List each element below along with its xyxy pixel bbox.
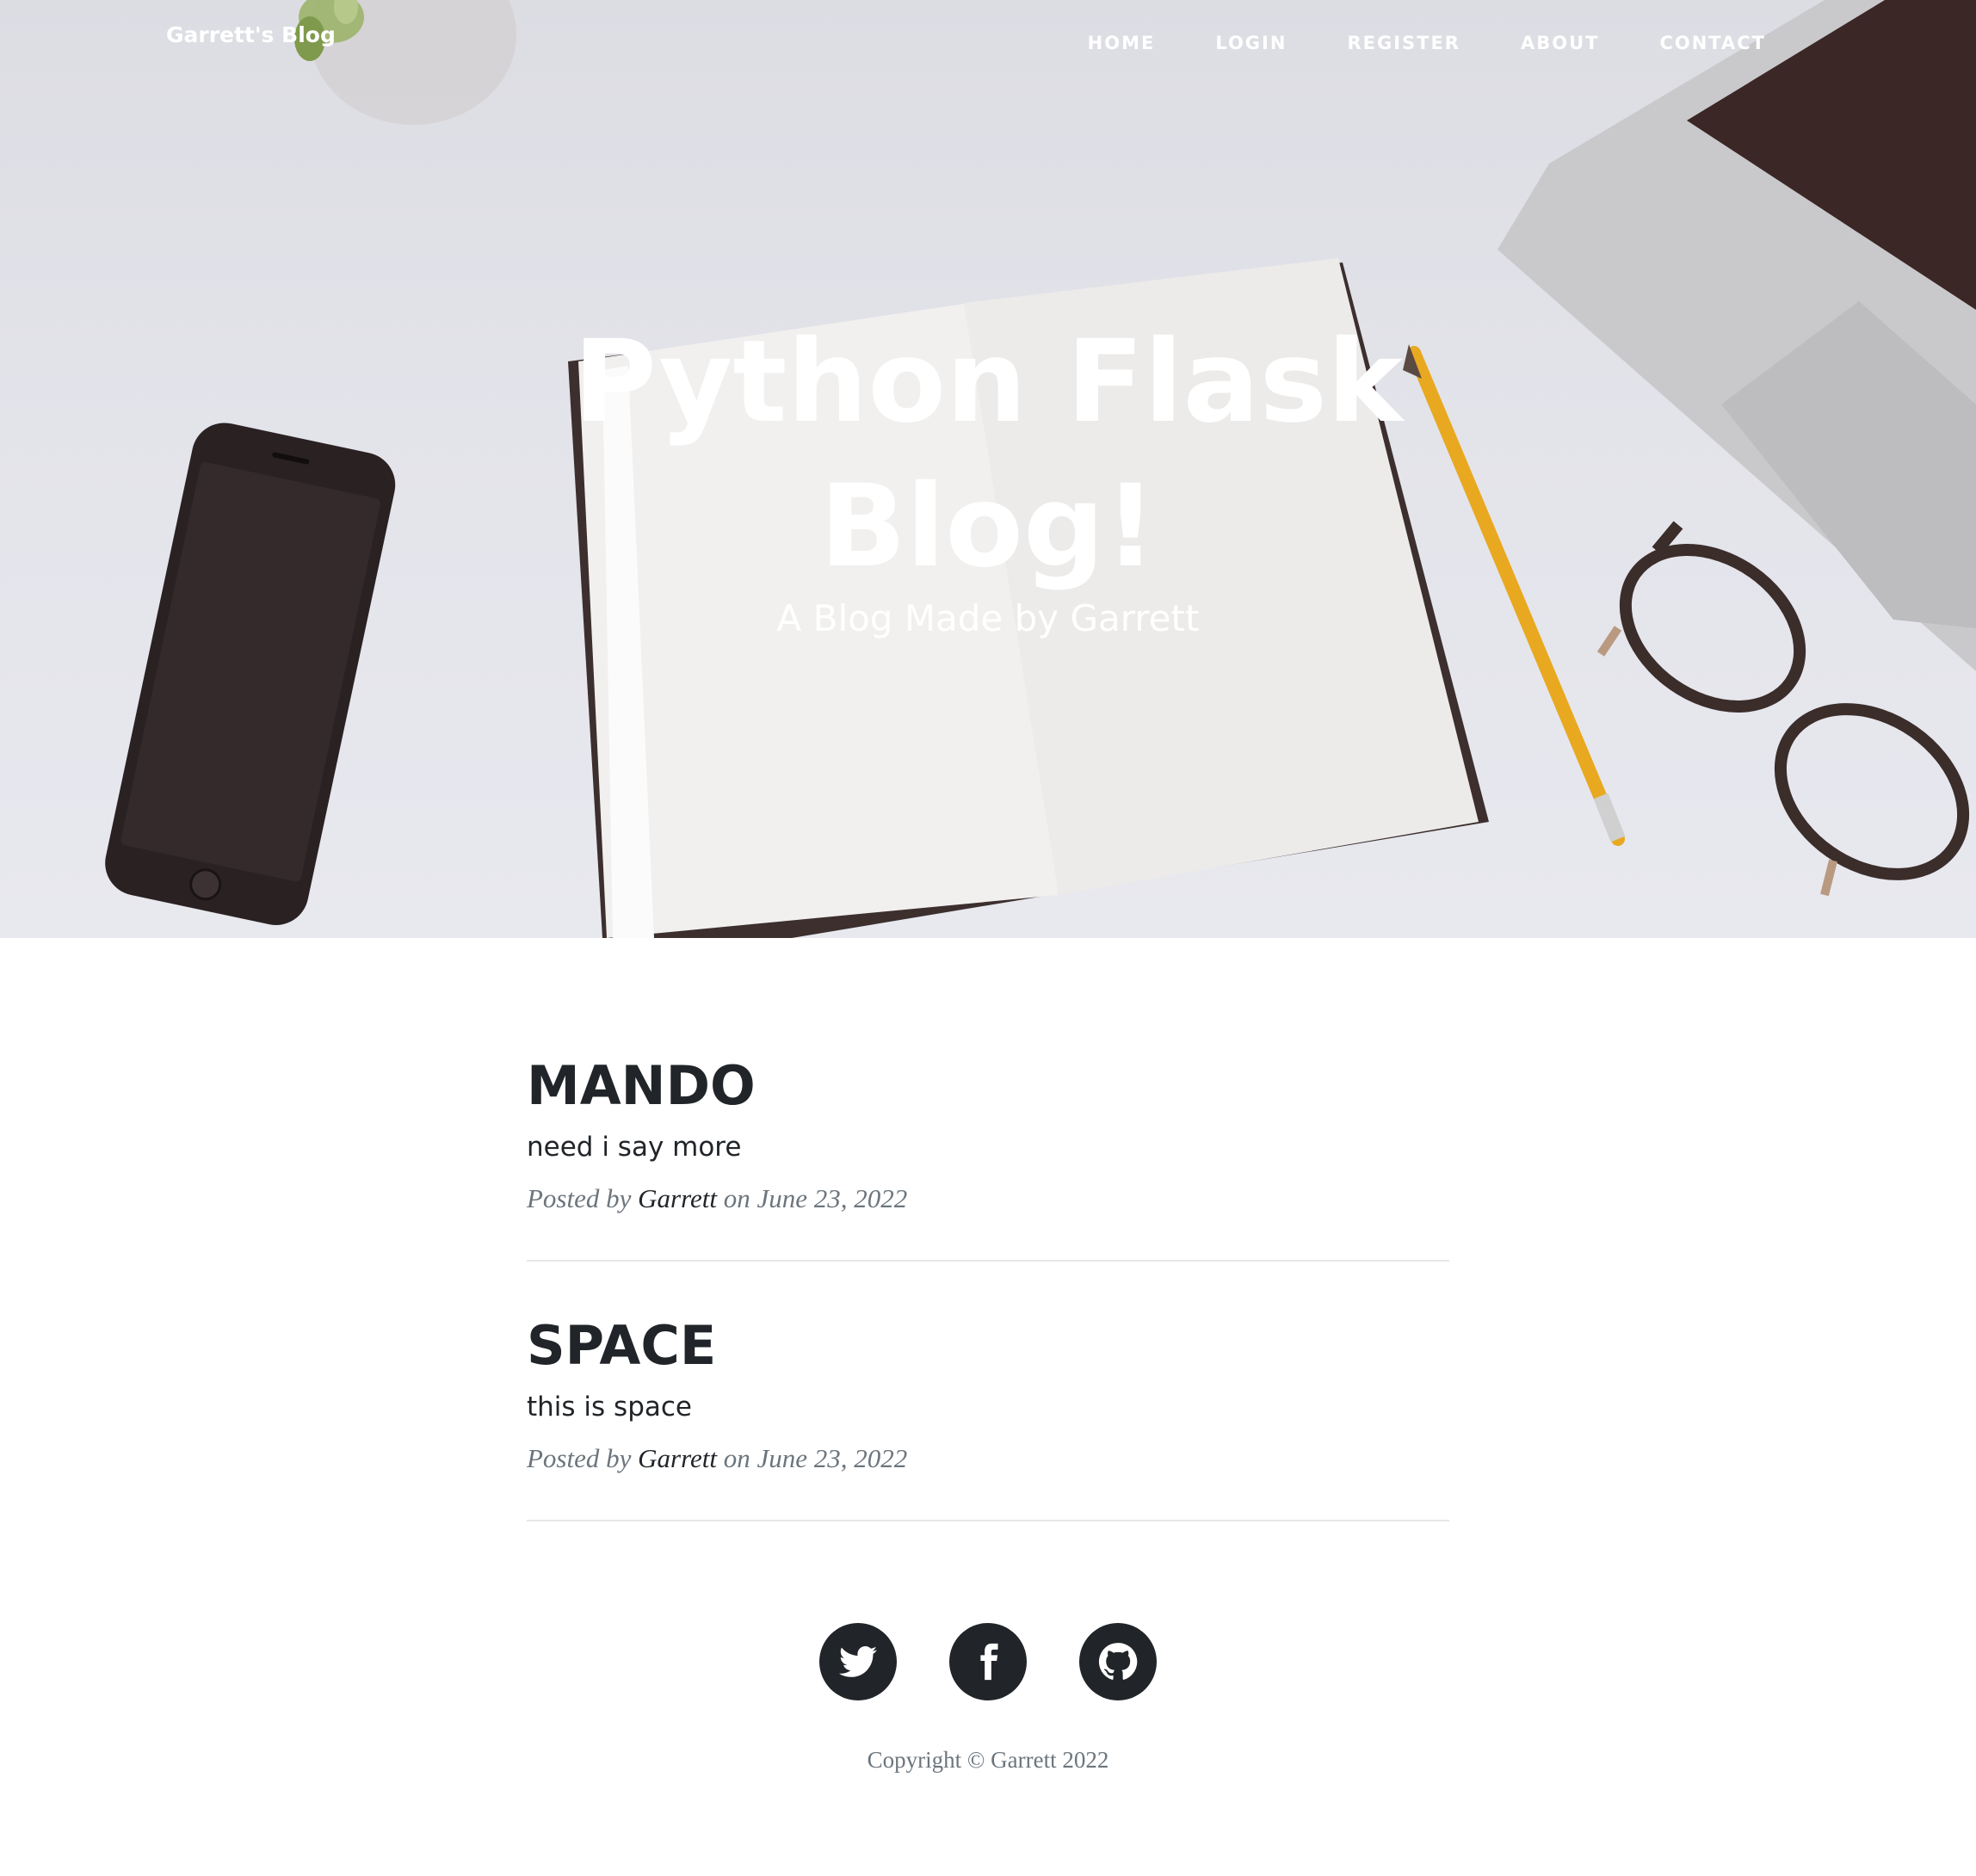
navbar-brand[interactable]: Garrett's Blog xyxy=(166,22,336,47)
post-title[interactable]: MANDO xyxy=(527,1050,1449,1122)
post-author-link[interactable]: Garrett xyxy=(638,1443,717,1473)
twitter-link[interactable] xyxy=(819,1623,897,1700)
github-icon xyxy=(1098,1643,1138,1680)
nav-link-about[interactable]: ABOUT xyxy=(1521,33,1600,53)
copyright: Copyright © Garrett 2022 xyxy=(867,1747,1109,1773)
hero-title: Python Flask Blog! xyxy=(573,316,1403,593)
nav-link-login[interactable]: LOGIN xyxy=(1215,33,1287,53)
twitter-icon xyxy=(839,1646,877,1677)
post-meta-prefix: Posted by xyxy=(527,1183,639,1213)
post-title[interactable]: SPACE xyxy=(527,1310,1449,1382)
nav-link-contact[interactable]: CONTACT xyxy=(1659,33,1766,53)
nav-link-register[interactable]: REGISTER xyxy=(1347,33,1460,53)
main-nav: HOME LOGIN REGISTER ABOUT CONTACT xyxy=(1088,33,1766,53)
masthead: Garrett's Blog HOME LOGIN REGISTER ABOUT… xyxy=(0,0,1976,938)
facebook-icon xyxy=(980,1643,998,1681)
github-link[interactable] xyxy=(1079,1623,1157,1700)
post-subtitle: this is space xyxy=(527,1392,692,1422)
post-meta-prefix: Posted by xyxy=(527,1443,639,1473)
post-preview: MANDO need i say more Posted by Garrett … xyxy=(527,1050,1449,1262)
post-author-link[interactable]: Garrett xyxy=(638,1183,717,1213)
nav-link-home[interactable]: HOME xyxy=(1088,33,1156,53)
post-meta: Posted by Garrett on June 23, 2022 xyxy=(527,1439,1449,1478)
post-subtitle: need i say more xyxy=(527,1132,742,1163)
facebook-link[interactable] xyxy=(949,1623,1027,1700)
social-links xyxy=(0,1623,1976,1700)
post-list: MANDO need i say more Posted by Garrett … xyxy=(527,1050,1449,1570)
post-meta-date: on June 23, 2022 xyxy=(717,1443,908,1473)
post-preview: SPACE this is space Posted by Garrett on… xyxy=(527,1310,1449,1521)
post-meta: Posted by Garrett on June 23, 2022 xyxy=(527,1179,1449,1219)
hero-subtitle: A Blog Made by Garrett xyxy=(776,597,1200,639)
post-meta-date: on June 23, 2022 xyxy=(717,1183,908,1213)
